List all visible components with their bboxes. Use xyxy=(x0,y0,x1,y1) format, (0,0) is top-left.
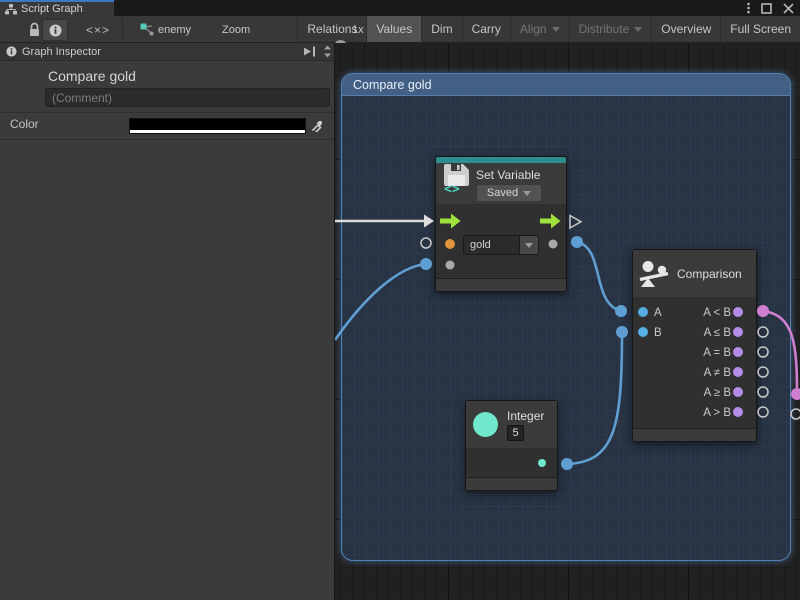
carry-button[interactable]: Carry xyxy=(462,16,510,42)
input-a-label: A xyxy=(654,307,662,319)
integer-value-input[interactable]: 5 xyxy=(507,425,524,441)
values-button[interactable]: Values xyxy=(366,16,421,42)
toolbar-button-group: Relations Values Dim Carry Align Distrib… xyxy=(297,16,800,42)
comparison-row-b: B A ≤ B xyxy=(633,323,756,343)
comparison-header: Comparison xyxy=(633,250,756,297)
integer-header: Integer 5 xyxy=(466,401,557,448)
graph-reference-icon xyxy=(140,23,154,36)
tab-script-graph[interactable]: Script Graph xyxy=(0,0,114,16)
output-label: A ≥ B xyxy=(704,387,731,399)
maximize-icon[interactable] xyxy=(761,3,772,14)
unconnected-port[interactable] xyxy=(791,409,800,419)
comparison-scale-icon xyxy=(638,260,670,288)
inspector-header-icons xyxy=(303,43,332,60)
lock-icon[interactable] xyxy=(28,22,41,37)
overview-button[interactable]: Overview xyxy=(651,16,720,42)
set-variable-header: <> Set Variable Saved xyxy=(436,163,566,204)
relations-button[interactable]: Relations xyxy=(297,16,366,42)
eyedropper-button[interactable] xyxy=(308,117,326,134)
group-header[interactable]: Compare gold xyxy=(342,74,790,96)
zoom-label: Zoom xyxy=(222,24,250,36)
window-controls xyxy=(747,1,794,15)
dock-panel-icon[interactable] xyxy=(303,46,317,57)
output-label: A ≤ B xyxy=(704,327,731,339)
integer-title: Integer xyxy=(507,409,544,423)
set-variable-title: Set Variable xyxy=(476,168,542,182)
set-variable-footer xyxy=(436,278,566,291)
input-b-label: B xyxy=(654,327,662,339)
fullscreen-button[interactable]: Full Screen xyxy=(720,16,800,42)
group-title: Compare gold xyxy=(353,78,432,92)
integer-type-icon xyxy=(473,412,498,437)
comparison-row-a: A A < B xyxy=(633,303,756,323)
svg-text:<>: <> xyxy=(444,182,460,194)
variable-scope-dropdown[interactable]: Saved xyxy=(476,184,542,202)
comparison-row-gte: A ≥ B xyxy=(633,383,756,403)
comparison-row-equal: A = B xyxy=(633,343,756,363)
graph-title: Compare gold xyxy=(48,68,136,84)
graph-canvas[interactable]: Compare gold <> Set Variable Saved xyxy=(335,43,800,600)
dropdown-caret-icon xyxy=(634,27,642,32)
comparison-row-gt: A > B xyxy=(633,403,756,423)
comparison-row-not-equal: A ≠ B xyxy=(633,363,756,383)
align-dropdown-button[interactable]: Align xyxy=(510,16,569,42)
node-integer[interactable]: Integer 5 xyxy=(465,400,558,491)
color-field-label: Color xyxy=(10,117,39,131)
comparison-footer xyxy=(633,428,756,441)
color-swatch-rgb xyxy=(130,119,305,130)
color-swatch-alpha-bar xyxy=(130,130,305,133)
toolbar-separator xyxy=(122,18,123,40)
graph-comment-input[interactable] xyxy=(45,88,330,107)
eyedropper-icon xyxy=(311,119,324,132)
comparison-title: Comparison xyxy=(677,267,742,281)
wire-endpoint[interactable] xyxy=(791,388,800,400)
variable-name-dropdown[interactable]: gold xyxy=(463,235,539,255)
graph-toolbar: <×> enemy Zoom 1x Relations Values Dim C… xyxy=(0,16,800,43)
node-comparison[interactable]: Comparison A A < B B A ≤ B A = B A ≠ B xyxy=(632,249,757,442)
unity-visual-scripting-window: Script Graph <×> xyxy=(0,0,800,600)
dim-button[interactable]: Dim xyxy=(421,16,461,42)
dropdown-caret-icon xyxy=(523,191,531,196)
graph-inspector-title: Graph Inspector xyxy=(22,46,101,58)
info-icon xyxy=(6,46,17,57)
variable-name-value: gold xyxy=(464,236,519,254)
close-icon[interactable] xyxy=(783,3,794,14)
dropdown-caret-icon xyxy=(552,27,560,32)
graph-inspector-header: Graph Inspector xyxy=(0,43,334,61)
window-tab-bar: Script Graph xyxy=(0,0,800,16)
output-label: A = B xyxy=(703,347,731,359)
distribute-dropdown-button[interactable]: Distribute xyxy=(569,16,652,42)
dropdown-caret-icon xyxy=(525,243,533,248)
integer-footer xyxy=(466,477,557,490)
window-menu-icon[interactable] xyxy=(747,2,750,14)
color-swatch[interactable] xyxy=(129,118,306,134)
output-label: A < B xyxy=(703,307,731,319)
info-icon xyxy=(49,24,62,37)
dropdown-arrow xyxy=(519,236,538,254)
graph-reference-breadcrumb[interactable]: enemy xyxy=(158,24,191,36)
inspector-toggle-button[interactable] xyxy=(42,19,68,41)
code-view-icon[interactable]: <×> xyxy=(86,23,110,37)
script-graph-icon xyxy=(5,4,17,15)
graph-inspector-panel: Graph Inspector Compare gold Color xyxy=(0,43,335,600)
comparison-port-rows: A A < B B A ≤ B A = B A ≠ B A ≥ B A > B xyxy=(633,297,756,423)
output-label: A > B xyxy=(703,407,731,419)
scrub-arrows-icon[interactable] xyxy=(323,45,332,58)
save-variable-icon: <> xyxy=(443,163,470,194)
inspector-divider xyxy=(0,112,334,113)
inspector-divider xyxy=(0,139,334,140)
tab-title: Script Graph xyxy=(21,3,83,15)
node-set-variable[interactable]: <> Set Variable Saved gold xyxy=(435,156,567,292)
output-label: A ≠ B xyxy=(704,367,731,379)
